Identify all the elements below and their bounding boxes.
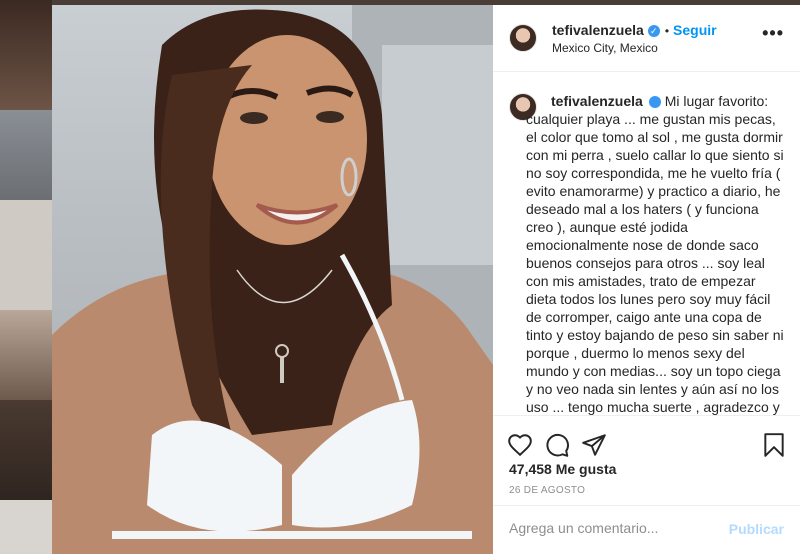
verified-badge-icon: ✓ (648, 96, 681, 108)
comment-icon[interactable] (544, 432, 570, 458)
post-caption: tefivalenzuela ✓ Mi lugar favorito: cualq… (526, 92, 788, 415)
post-panel: tefivalenzuela ✓ • Seguir Mexico City, Mexi… (493, 5, 800, 554)
header-user-line: tefivalenzuela ✓ • Seguir (552, 22, 717, 40)
caption-area: tefivalenzuela ✓ Mi lugar favorito: cualq… (493, 72, 800, 415)
post-photo[interactable] (52, 5, 493, 554)
bookmark-icon[interactable] (761, 432, 787, 458)
post-header: tefivalenzuela ✓ • Seguir Mexico City, Mexi… (493, 5, 800, 72)
photo-illustration (52, 5, 493, 554)
avatar[interactable] (509, 24, 537, 52)
heart-icon[interactable] (507, 432, 533, 458)
location-link[interactable]: Mexico City, Mexico (552, 41, 658, 55)
comment-bar: Publicar (493, 505, 800, 554)
username-link[interactable]: tefivalenzuela (552, 22, 644, 38)
share-icon[interactable] (581, 432, 607, 458)
comment-input[interactable] (509, 520, 719, 536)
more-options-icon[interactable]: ••• (762, 23, 784, 44)
likes-count[interactable]: 47,458 Me gusta (509, 461, 616, 477)
action-bar: 47,458 Me gusta 26 DE AGOSTO (493, 415, 800, 505)
caption-text: Mi lugar favorito: cualquier playa ... m… (526, 93, 784, 415)
background-feed (0, 0, 52, 554)
post-date[interactable]: 26 DE AGOSTO (509, 485, 585, 496)
caption-username[interactable]: tefivalenzuela (551, 93, 643, 109)
verified-badge-icon: ✓ (647, 25, 660, 37)
follow-button[interactable]: Seguir (673, 22, 717, 38)
separator: • (664, 24, 670, 38)
publish-button[interactable]: Publicar (729, 521, 784, 537)
